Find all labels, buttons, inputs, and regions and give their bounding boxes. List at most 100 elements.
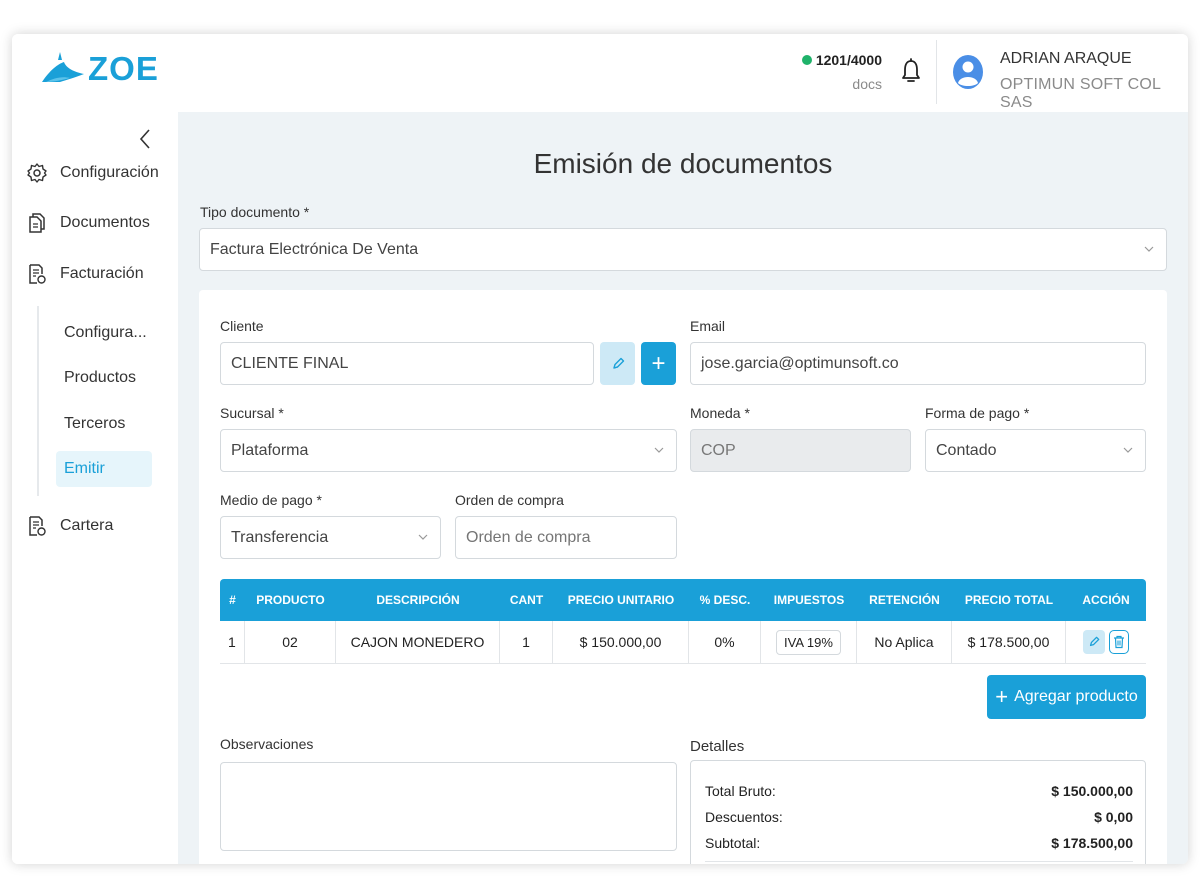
app-window: ZOE 1201/4000 docs ADRIAN ARAQUE OPTIMUN… [12,34,1188,864]
cell-retention: No Aplica [857,621,952,663]
document-quota: 1201/4000 docs [801,52,882,92]
doc-type-label: Tipo documento * [200,204,310,220]
edit-client-button[interactable] [600,342,635,385]
sidebar-subitem-terceros[interactable]: Terceros [56,406,152,442]
main-content: Emisión de documentos Tipo documento * F… [178,112,1188,864]
chevron-down-icon [654,447,664,453]
sidebar-item-configuracion[interactable]: Configuración [26,162,159,184]
header-divider [936,40,937,104]
sidebar-item-facturacion[interactable]: Facturación [26,263,144,285]
details-title: Detalles [690,738,745,755]
logo-text: ZOE [88,50,159,87]
detail-value: $ 0,00 [1094,809,1133,825]
currency-value: COP [701,442,736,459]
trash-icon [1114,635,1124,649]
user-avatar-icon[interactable] [952,53,984,91]
pencil-icon [1089,636,1100,647]
sidebar: Configuración Documentos Facturación Con… [12,112,178,864]
col-header: PRECIO UNITARIO [567,593,675,607]
sidebar-subitem-emitir[interactable]: Emitir [56,451,152,487]
company-name: OPTIMUN SOFT COL SAS [1000,76,1161,111]
cell-unit-price: $ 150.000,00 [553,621,689,663]
branch-label: Sucursal * [220,405,284,421]
detail-row-gross-total: Total Bruto: $ 150.000,00 [705,783,1133,799]
form-card: Cliente CLIENTE FINAL + Email jose.garci… [199,290,1167,864]
zoe-logo[interactable]: ZOE [40,48,159,90]
doc-count-value: 1201/4000 [815,52,882,68]
sidebar-item-documentos[interactable]: Documentos [26,212,150,234]
col-header: CANT [509,593,544,607]
chevron-left-icon[interactable] [138,128,152,150]
details-panel: Total Bruto: $ 150.000,00 Descuentos: $ … [690,760,1146,864]
plus-icon: + [995,684,1009,709]
detail-row-subtotal: Subtotal: $ 178.500,00 [705,835,1133,851]
payment-method-select[interactable]: Transferencia [220,516,441,559]
plus-icon: + [651,349,666,377]
chevron-down-icon [418,534,428,540]
client-value: CLIENTE FINAL [231,355,349,372]
col-header: PRODUCTO [256,593,325,607]
branch-select[interactable]: Plataforma [220,429,677,472]
detail-value: $ 178.500,00 [1051,835,1133,851]
branch-value: Plataforma [231,442,309,459]
detail-label: Descuentos: [705,809,783,825]
payment-form-value: Contado [936,442,997,459]
currency-label: Moneda * [690,405,750,421]
client-label: Cliente [220,318,264,334]
status-dot [801,55,812,65]
client-field[interactable]: CLIENTE FINAL [220,342,594,385]
col-header: ACCIÓN [1082,593,1130,607]
sidebar-item-cartera[interactable]: Cartera [26,515,113,537]
pencil-icon [612,357,624,369]
detail-row-discounts: Descuentos: $ 0,00 [705,809,1133,825]
col-header: RETENCIÓN [869,593,940,607]
col-header: DESCRIPCIÓN [376,593,460,607]
invoice-icon [29,264,46,284]
currency-field: COP [690,429,911,472]
documents-icon [29,213,45,233]
purchase-order-input[interactable] [455,516,677,559]
page-title: Emisión de documentos [533,148,833,179]
sidebar-item-label: Configuración [60,164,159,181]
email-field[interactable]: jose.garcia@optimunsoft.co [690,342,1146,385]
sidebar-item-label: Cartera [60,517,114,534]
purchase-order-label: Orden de compra [455,492,564,508]
cell-product: 02 [245,621,336,663]
sidebar-subitem-productos[interactable]: Productos [56,360,152,396]
chevron-down-icon [1123,447,1133,453]
payment-form-select[interactable]: Contado [925,429,1146,472]
delete-row-button[interactable] [1109,630,1129,654]
detail-label: Total Bruto: [705,783,776,799]
cell-quantity: 1 [500,621,553,663]
submenu-line [37,306,39,496]
observations-label: Observaciones [220,736,314,752]
col-header: PRECIO TOTAL [964,593,1054,607]
details-divider [705,861,1133,862]
cell-taxes: IVA 19% [761,621,857,663]
sidebar-subitem-configuracion[interactable]: Configura... [56,315,152,351]
edit-row-button[interactable] [1083,630,1105,654]
cell-total-price: $ 178.500,00 [952,621,1066,663]
user-name[interactable]: ADRIAN ARAQUE [1000,50,1132,68]
col-header: % DESC. [699,593,751,607]
tax-badge[interactable]: IVA 19% [776,629,841,655]
col-header: # [229,593,236,607]
payment-method-label: Medio de pago * [220,492,322,508]
payment-method-value: Transferencia [231,529,329,546]
doc-type-select[interactable]: Factura Electrónica De Venta [199,228,1167,271]
wallet-document-icon [29,516,46,536]
chevron-down-icon [1144,246,1154,252]
add-product-button[interactable]: + Agregar producto [987,675,1146,719]
doc-count-unit: docs [852,76,882,92]
observations-textarea[interactable] [220,762,677,851]
products-table: # PRODUCTO DESCRIPCIÓN CANT PRECIO UNITA… [220,579,1146,664]
add-client-button[interactable]: + [641,342,676,385]
top-header: ZOE 1201/4000 docs ADRIAN ARAQUE OPTIMUN… [12,34,1188,112]
cell-description: CAJON MONEDERO [336,621,500,663]
email-value: jose.garcia@optimunsoft.co [701,355,899,372]
table-row[interactable]: 1 02 CAJON MONEDERO 1 $ 150.000,00 0% IV… [220,621,1146,664]
sidebar-item-label: Documentos [60,214,150,231]
bell-icon[interactable] [900,58,922,84]
detail-value: $ 150.000,00 [1051,783,1133,799]
doc-type-value: Factura Electrónica De Venta [210,241,419,258]
